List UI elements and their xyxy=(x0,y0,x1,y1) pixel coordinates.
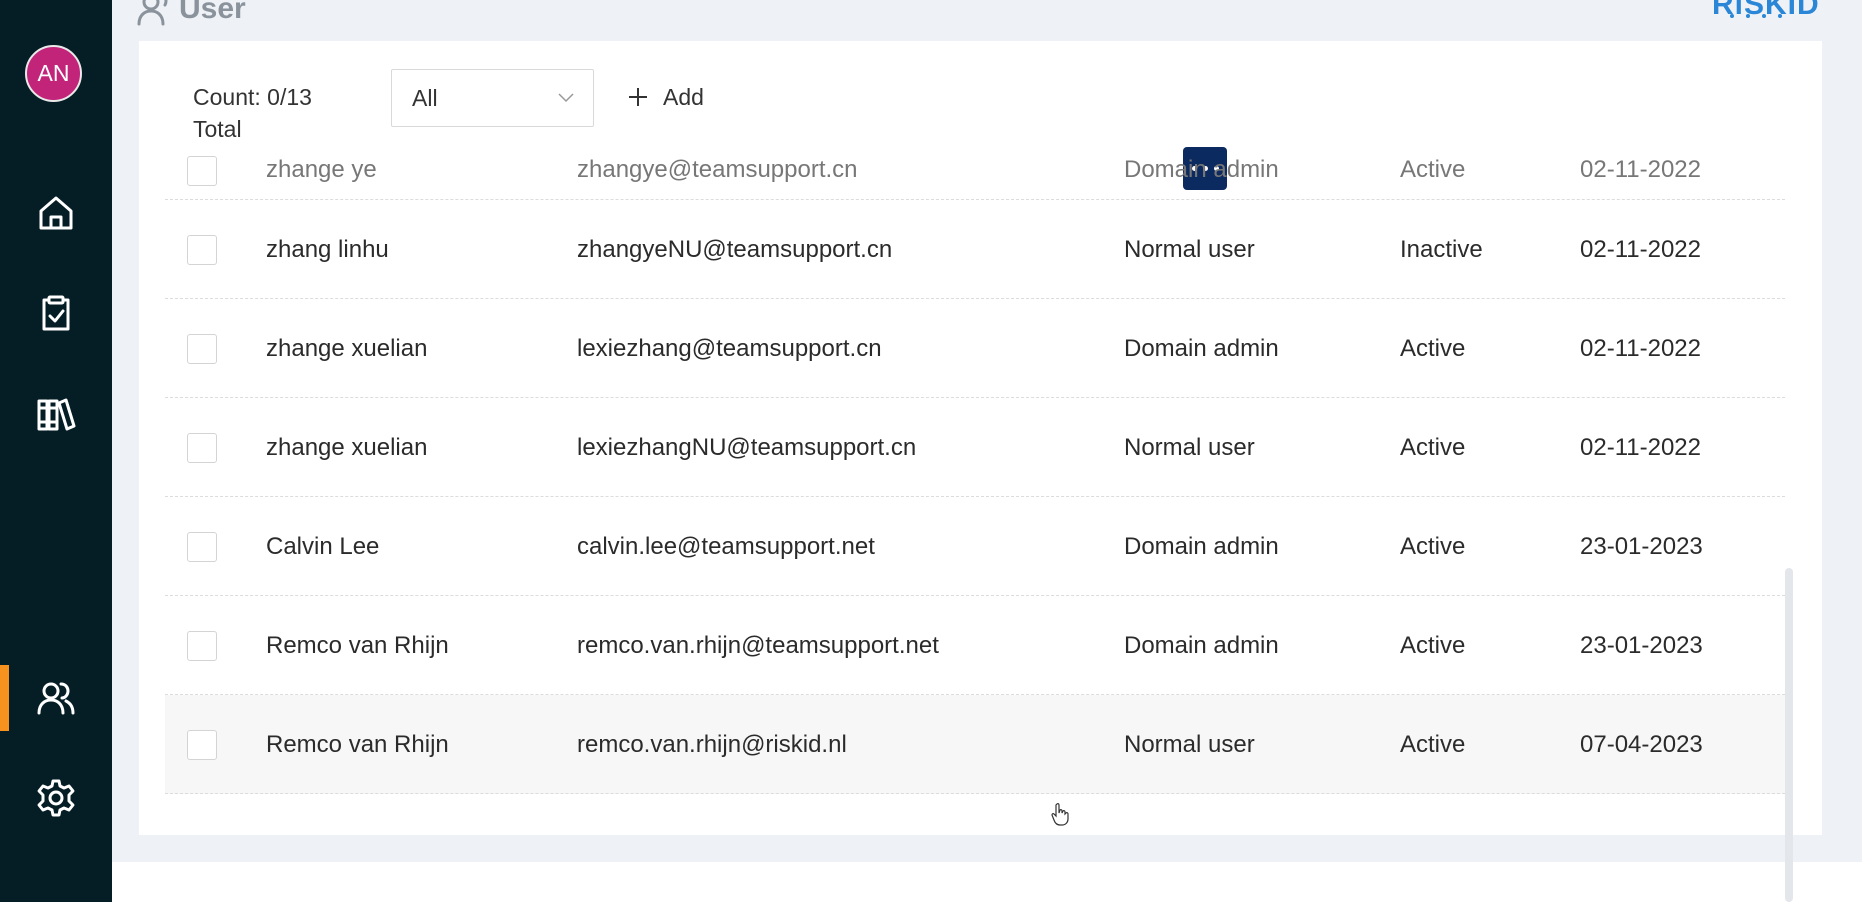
sidebar-item-tasks[interactable] xyxy=(0,280,112,346)
table-row[interactable]: Remco van Rhijn remco.van.rhijn@teamsupp… xyxy=(165,596,1785,695)
logo-dots xyxy=(1730,14,1782,18)
cell-email: zhangye@teamsupport.cn xyxy=(577,156,858,183)
footer-area xyxy=(112,862,1862,902)
cell-email: remco.van.rhijn@teamsupport.net xyxy=(577,631,939,659)
cell-date: 02-11-2022 xyxy=(1580,235,1701,263)
user-icon xyxy=(137,0,168,26)
cell-status: Active xyxy=(1400,433,1466,461)
cell-status: Active xyxy=(1400,631,1466,659)
cell-name: Remco van Rhijn xyxy=(266,730,449,758)
users-table: zhange ye zhangye@teamsupport.cn Domain … xyxy=(165,150,1785,883)
cell-name: zhang linhu xyxy=(266,235,389,263)
filter-select[interactable]: All xyxy=(391,69,594,127)
count-label: Count: 0/13 xyxy=(193,84,312,110)
table-row[interactable]: zhange xuelian lexiezhangNU@teamsupport.… xyxy=(165,398,1785,497)
sidebar-item-library[interactable] xyxy=(0,380,112,446)
sidebar-item-settings[interactable] xyxy=(0,765,112,831)
cell-date: 02-11-2022 xyxy=(1580,156,1701,183)
filter-select-value: All xyxy=(412,84,438,111)
cell-status: Active xyxy=(1400,532,1466,560)
cell-email: lexiezhang@teamsupport.cn xyxy=(577,334,882,362)
cell-name: Calvin Lee xyxy=(266,532,380,560)
add-button-label: Add xyxy=(663,83,704,110)
row-checkbox[interactable] xyxy=(187,730,217,760)
table-row[interactable]: Calvin Lee calvin.lee@teamsupport.net Do… xyxy=(165,497,1785,596)
cell-date: 02-11-2022 xyxy=(1580,334,1701,362)
row-checkbox[interactable] xyxy=(187,532,217,562)
hand-cursor-icon xyxy=(1051,802,1069,826)
row-checkbox[interactable] xyxy=(187,156,217,186)
plus-icon xyxy=(629,88,647,106)
cell-role: Domain admin xyxy=(1124,334,1279,362)
home-icon xyxy=(39,196,73,230)
cell-role: Normal user xyxy=(1124,433,1255,461)
page-title-text: User xyxy=(179,0,246,25)
row-checkbox[interactable] xyxy=(187,334,217,364)
gear-icon xyxy=(37,779,75,817)
users-icon xyxy=(37,682,75,715)
cell-email: remco.van.rhijn@riskid.nl xyxy=(577,730,847,758)
sidebar-item-users[interactable] xyxy=(0,665,112,731)
table-row[interactable]: zhange xuelian lexiezhang@teamsupport.cn… xyxy=(165,299,1785,398)
total-label: Total xyxy=(193,116,242,142)
main-panel: Count: 0/13 Total All Add zhange ye zhan… xyxy=(139,41,1822,835)
add-button[interactable]: Add xyxy=(627,77,704,117)
logo: RiSKID xyxy=(1712,0,1828,36)
row-checkbox[interactable] xyxy=(187,235,217,265)
cell-date: 23-01-2023 xyxy=(1580,532,1703,560)
table-row[interactable]: zhange ye zhangye@teamsupport.cn Domain … xyxy=(165,150,1785,200)
cell-email: calvin.lee@teamsupport.net xyxy=(577,532,875,560)
cell-role: Domain admin xyxy=(1124,631,1279,659)
avatar-initials: AN xyxy=(37,60,70,86)
table-scrollbar[interactable] xyxy=(1785,568,1793,902)
clipboard-check-icon xyxy=(42,295,70,331)
cell-date: 07-04-2023 xyxy=(1580,730,1703,758)
cell-email: lexiezhangNU@teamsupport.cn xyxy=(577,433,917,461)
cell-name: Remco van Rhijn xyxy=(266,631,449,659)
cell-role: Normal user xyxy=(1124,235,1255,263)
cell-status: Inactive xyxy=(1400,235,1483,263)
cell-date: 02-11-2022 xyxy=(1580,433,1701,461)
cell-email: zhangyeNU@teamsupport.cn xyxy=(577,235,893,263)
table-row[interactable]: Remco van Rhijn remco.van.rhijn@riskid.n… xyxy=(165,695,1785,794)
row-checkbox[interactable] xyxy=(187,631,217,661)
page-title: User xyxy=(137,0,246,28)
cell-name: zhange xuelian xyxy=(266,433,428,461)
avatar[interactable]: AN xyxy=(25,45,82,102)
logo-text: RiSKID xyxy=(1712,0,1820,21)
cell-status: Active xyxy=(1400,334,1466,362)
count-summary: Count: 0/13 Total xyxy=(193,81,312,145)
library-icon xyxy=(37,398,76,431)
chevron-down-icon xyxy=(558,93,574,103)
cell-status: Active xyxy=(1400,156,1466,183)
table-row[interactable]: zhang linhu zhangyeNU@teamsupport.cn Nor… xyxy=(165,200,1785,299)
cell-date: 23-01-2023 xyxy=(1580,631,1703,659)
cell-role: Domain admin xyxy=(1124,532,1279,560)
sidebar: AN xyxy=(0,0,112,902)
row-checkbox[interactable] xyxy=(187,433,217,463)
cell-role: Normal user xyxy=(1124,730,1255,758)
sidebar-item-home[interactable] xyxy=(0,180,112,246)
cell-role: Domain admin xyxy=(1124,156,1279,183)
cell-name: zhange xuelian xyxy=(266,334,428,362)
cell-status: Active xyxy=(1400,730,1466,758)
cell-name: zhange ye xyxy=(266,156,377,183)
